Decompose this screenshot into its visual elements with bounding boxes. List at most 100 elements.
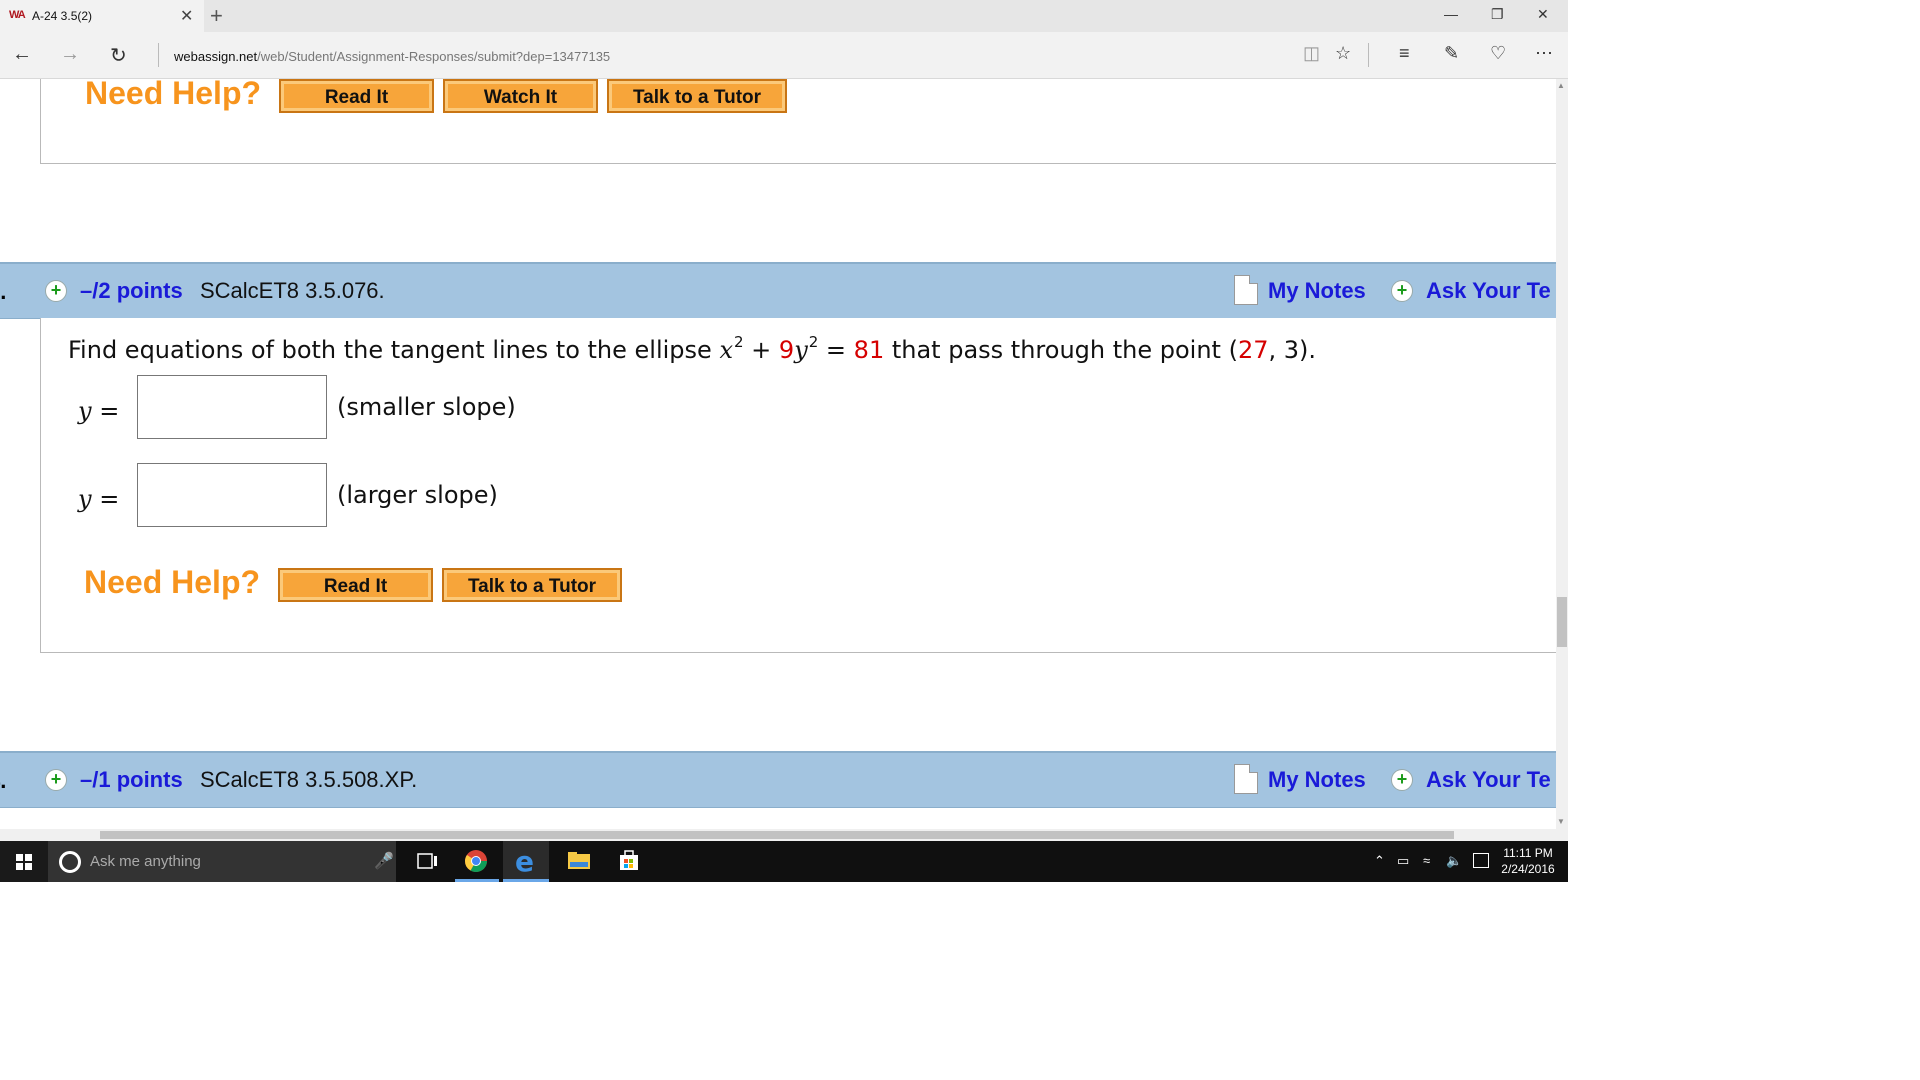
expand-plus-icon[interactable]: + <box>45 769 67 791</box>
vertical-scrollbar[interactable]: ▲ ▼ <box>1556 79 1568 829</box>
navigation-bar: ← → ↻ webassign.net/web/Student/Assignme… <box>0 32 1568 79</box>
question-text-mid: that pass through the point ( <box>884 336 1238 364</box>
edge-active-indicator <box>503 879 549 882</box>
svg-text:e: e <box>515 845 534 878</box>
start-button[interactable] <box>0 841 48 882</box>
action-center-icon[interactable] <box>1473 853 1489 868</box>
battery-icon[interactable]: ▭ <box>1397 853 1409 869</box>
eq-y: y <box>794 336 808 364</box>
wifi-icon[interactable]: ≈ <box>1423 853 1430 868</box>
ask-your-teacher-link[interactable]: Ask Your Te <box>1426 767 1551 793</box>
edge-icon[interactable]: e <box>503 841 549 882</box>
question-text-before: Find equations of both the tangent lines… <box>68 336 720 364</box>
url-host: webassign.net <box>174 49 258 64</box>
eq-exponent-2: 2 <box>808 333 819 351</box>
more-icon[interactable]: ⋯ <box>1535 43 1553 64</box>
refresh-icon[interactable]: ↻ <box>110 43 127 68</box>
new-tab-button[interactable]: + <box>210 3 223 29</box>
point-rest: , 3). <box>1268 336 1317 364</box>
question-number: 3. <box>0 279 7 304</box>
scroll-down-arrow-icon[interactable]: ▼ <box>1557 817 1565 826</box>
need-help-label: Need Help? <box>84 564 261 600</box>
cortana-icon <box>59 851 81 873</box>
close-window-button[interactable]: ✕ <box>1537 6 1549 23</box>
tab-title: A-24 3.5(2) <box>32 9 93 23</box>
larger-slope-hint: (larger slope) <box>337 481 498 509</box>
webassign-favicon-icon: WA <box>9 9 26 21</box>
read-it-button[interactable]: Read It <box>279 79 434 113</box>
eq-rhs: 81 <box>853 336 885 364</box>
microphone-icon[interactable]: 🎤 <box>374 851 394 871</box>
ask-your-teacher-link[interactable]: Ask Your Te <box>1426 278 1551 304</box>
toolbar-separator <box>1368 43 1369 67</box>
eq-plus: + <box>743 336 779 364</box>
tab-active[interactable]: WA A-24 3.5(2) ✕ <box>0 0 204 32</box>
scroll-up-arrow-icon[interactable]: ▲ <box>1557 81 1565 90</box>
question-points[interactable]: –/1 points <box>80 767 183 793</box>
horizontal-scroll-thumb[interactable] <box>100 831 1454 839</box>
minimize-button[interactable]: — <box>1444 6 1458 22</box>
forward-icon[interactable]: → <box>60 43 80 66</box>
vertical-scroll-thumb[interactable] <box>1557 597 1567 647</box>
answer-label-1: y = <box>78 397 119 425</box>
question-id: SCalcET8 3.5.508.XP. <box>200 767 418 792</box>
chrome-icon[interactable] <box>463 848 489 874</box>
clock-time: 11:11 PM <box>1503 846 1553 860</box>
tab-close-icon[interactable]: ✕ <box>180 6 193 26</box>
horizontal-scrollbar[interactable] <box>0 829 1568 841</box>
answer-label-eq: = <box>91 397 120 425</box>
watch-it-button[interactable]: Watch It <box>443 79 598 113</box>
question-id: SCalcET8 3.5.076. <box>200 278 385 303</box>
volume-icon[interactable]: 🔈 <box>1446 853 1462 869</box>
tray-chevron-icon[interactable]: ⌃ <box>1374 853 1385 869</box>
talk-to-tutor-button[interactable]: Talk to a Tutor <box>607 79 787 113</box>
store-icon[interactable] <box>616 848 642 874</box>
taskbar-clock[interactable]: 11:11 PM 2/24/2016 <box>1496 845 1560 877</box>
restore-button[interactable]: ❐ <box>1491 6 1504 23</box>
page-content: Need Help? Read It Watch It Talk to a Tu… <box>0 79 1556 829</box>
larger-slope-input[interactable] <box>137 463 327 527</box>
eq-equals: = <box>818 336 854 364</box>
smaller-slope-hint: (smaller slope) <box>337 393 516 421</box>
web-note-icon[interactable]: ✎ <box>1444 43 1459 64</box>
taskbar: Ask me anything 🎤 e ⌃ ▭ ≈ 🔈 11:11 PM 2/2… <box>0 841 1568 882</box>
answer-label-2: y = <box>78 485 119 513</box>
smaller-slope-input[interactable] <box>137 375 327 439</box>
answer-label-eq: = <box>91 485 120 513</box>
read-it-button[interactable]: Read It <box>278 568 433 602</box>
answer-label-var: y <box>78 397 92 425</box>
notes-document-icon[interactable] <box>1234 764 1258 794</box>
need-help-label: Need Help? <box>85 79 262 111</box>
notes-document-icon[interactable] <box>1234 275 1258 305</box>
question-points[interactable]: –/2 points <box>80 278 183 304</box>
windows-logo-icon <box>16 854 32 870</box>
clock-date: 2/24/2016 <box>1501 862 1555 876</box>
cortana-search-box[interactable]: Ask me anything 🎤 <box>48 841 396 882</box>
point-x: 27 <box>1237 336 1269 364</box>
previous-question-panel: Need Help? Read It Watch It Talk to a Tu… <box>40 79 1556 164</box>
expand-plus-icon[interactable]: + <box>45 280 67 302</box>
answer-label-var: y <box>78 485 92 513</box>
reading-view-icon[interactable]: ◫ <box>1303 43 1320 64</box>
address-separator <box>158 43 159 67</box>
question-text: Find equations of both the tangent lines… <box>68 333 1316 364</box>
file-explorer-icon[interactable] <box>566 848 592 874</box>
address-bar[interactable]: webassign.net/web/Student/Assignment-Res… <box>174 49 610 64</box>
favorite-star-icon[interactable]: ☆ <box>1335 43 1351 64</box>
hub-icon[interactable]: ≡ <box>1399 43 1410 64</box>
question-header: 3. + –/2 points SCalcET8 3.5.076. My Not… <box>0 262 1556 319</box>
ask-plus-icon[interactable]: + <box>1391 280 1413 302</box>
back-icon[interactable]: ← <box>12 43 32 66</box>
question-number: 4. <box>0 768 7 793</box>
question-header: 4. + –/1 points SCalcET8 3.5.508.XP. My … <box>0 751 1556 808</box>
chrome-active-indicator <box>455 879 499 882</box>
ask-plus-icon[interactable]: + <box>1391 769 1413 791</box>
talk-to-tutor-button[interactable]: Talk to a Tutor <box>442 568 622 602</box>
task-view-icon[interactable] <box>414 848 440 874</box>
my-notes-link[interactable]: My Notes <box>1268 767 1366 793</box>
eq-exponent-1: 2 <box>733 333 744 351</box>
eq-coefficient: 9 <box>778 336 795 364</box>
search-placeholder: Ask me anything <box>90 853 201 870</box>
my-notes-link[interactable]: My Notes <box>1268 278 1366 304</box>
share-icon[interactable]: ♡ <box>1490 43 1506 64</box>
